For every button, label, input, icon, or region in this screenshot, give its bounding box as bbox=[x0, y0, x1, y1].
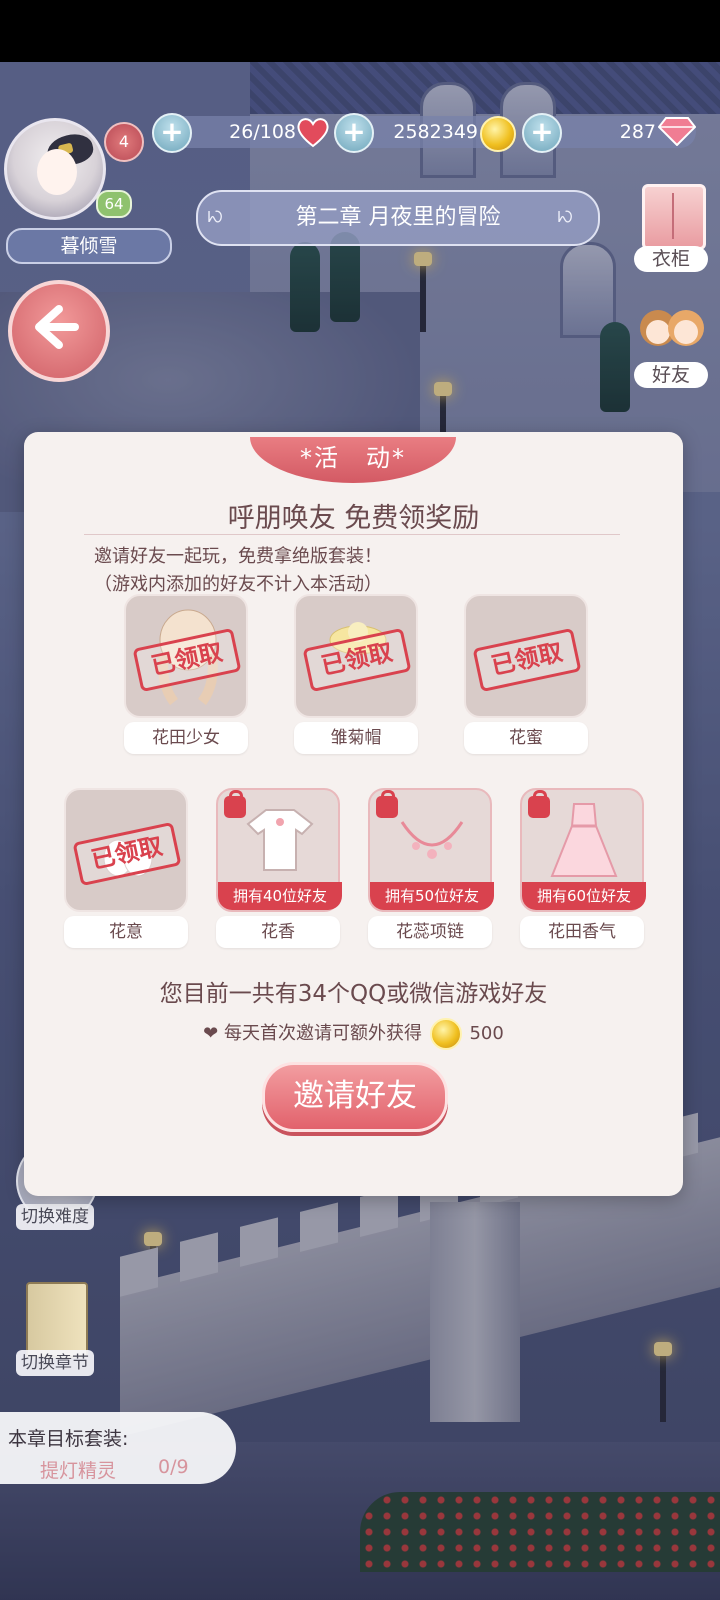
reward-card: 已领取 bbox=[464, 594, 588, 718]
chapter-book-icon[interactable] bbox=[26, 1282, 88, 1358]
goal-suit-name: 提灯精灵 bbox=[40, 1460, 117, 1482]
reward-item[interactable]: 已领取 花蜜 bbox=[464, 594, 588, 754]
chapter-title: 第二章 月夜里的冒险 bbox=[196, 190, 600, 246]
reward-card-locked: 拥有40位好友 bbox=[216, 788, 342, 912]
dress-item-icon bbox=[550, 803, 618, 877]
title-divider bbox=[84, 534, 620, 535]
friend-requirement: 拥有60位好友 bbox=[522, 882, 646, 910]
heart-icon bbox=[297, 118, 329, 148]
reward-name: 花蕊项链 bbox=[368, 916, 492, 948]
lock-icon bbox=[224, 790, 246, 818]
coin-icon bbox=[480, 116, 516, 152]
reward-item[interactable]: 已领取 花田少女 bbox=[124, 594, 248, 754]
bonus-amount: 500 bbox=[469, 1023, 504, 1044]
diamond-icon bbox=[658, 117, 696, 146]
reward-name: 花香 bbox=[216, 916, 340, 948]
claimed-stamp: 已领取 bbox=[472, 627, 582, 693]
event-title: 呼朋唤友 免费领奖励 bbox=[227, 503, 480, 534]
reward-item[interactable]: 已领取 雏菊帽 bbox=[294, 594, 418, 754]
friend-count-text: 您目前一共有34个QQ或微信游戏好友 bbox=[159, 981, 548, 1007]
add-stamina-button[interactable]: + bbox=[152, 113, 192, 153]
wardrobe-icon bbox=[642, 184, 706, 250]
player-name: 暮倾雪 bbox=[6, 228, 172, 264]
arrow-left-icon bbox=[35, 305, 79, 349]
reward-item[interactable]: 拥有40位好友 花香 bbox=[216, 788, 342, 948]
blouse-item-icon bbox=[246, 809, 314, 871]
stamina-value: 26/108 bbox=[229, 121, 296, 143]
necklace-item-icon bbox=[400, 821, 464, 859]
reward-item[interactable]: 拥有60位好友 花田香气 bbox=[520, 788, 646, 948]
claimed-stamp: 已领取 bbox=[302, 627, 412, 693]
reward-card: 已领取 bbox=[124, 594, 248, 718]
claimed-stamp: 已领取 bbox=[72, 821, 182, 887]
reward-card-locked: 拥有60位好友 bbox=[520, 788, 646, 912]
reward-item[interactable]: 已领取 花意 bbox=[64, 788, 188, 948]
reward-name: 雏菊帽 bbox=[294, 722, 418, 754]
goal-progress: 0/9 bbox=[158, 1456, 189, 1478]
reward-card-locked: 拥有50位好友 bbox=[368, 788, 494, 912]
heart-icon: ❤ bbox=[203, 1023, 219, 1044]
event-note: （游戏内添加的好友不计入本活动） bbox=[94, 574, 382, 595]
add-diamonds-button[interactable]: + bbox=[522, 113, 562, 153]
friend-requirement: 拥有50位好友 bbox=[370, 882, 494, 910]
level-badge: 64 bbox=[96, 190, 132, 218]
wardrobe-button[interactable]: 衣柜 bbox=[634, 184, 708, 276]
diamond-value: 287 bbox=[619, 121, 656, 143]
bonus-text: 每天首次邀请可额外获得 bbox=[224, 1023, 422, 1044]
wardrobe-label: 衣柜 bbox=[634, 246, 708, 272]
coin-icon bbox=[429, 1018, 462, 1050]
swirl-ornament-icon: ꩢ bbox=[556, 199, 574, 229]
daily-bonus-line: ❤ 每天首次邀请可额外获得 500 bbox=[24, 1018, 683, 1050]
friend-requirement: 拥有40位好友 bbox=[218, 882, 342, 910]
back-button[interactable] bbox=[8, 280, 110, 382]
switch-difficulty-label: 切换难度 bbox=[16, 1204, 94, 1230]
event-description: 邀请好友一起玩，免费拿绝版套装！ bbox=[94, 546, 382, 567]
swirl-ornament-icon: ꩢ bbox=[206, 199, 224, 229]
coin-value: 2582349 bbox=[393, 121, 478, 143]
goal-title: 本章目标套装: bbox=[8, 1428, 129, 1450]
friends-label: 好友 bbox=[634, 362, 708, 388]
mail-badge[interactable]: 4 bbox=[104, 122, 144, 162]
reward-item[interactable]: 拥有50位好友 花蕊项链 bbox=[368, 788, 494, 948]
add-coins-button[interactable]: + bbox=[334, 113, 374, 153]
reward-name: 花蜜 bbox=[464, 722, 588, 754]
reward-name: 花田少女 bbox=[124, 722, 248, 754]
invite-friends-button[interactable]: 邀请好友 bbox=[262, 1062, 448, 1132]
reward-name: 花意 bbox=[64, 916, 188, 948]
lock-icon bbox=[528, 790, 550, 818]
reward-card: 已领取 bbox=[64, 788, 188, 912]
switch-chapter-label: 切换章节 bbox=[16, 1350, 94, 1376]
avatar-face bbox=[37, 149, 77, 195]
reward-name: 花田香气 bbox=[520, 916, 644, 948]
player-avatar[interactable] bbox=[4, 118, 106, 220]
friends-button[interactable]: 好友 bbox=[634, 298, 708, 390]
reward-card: 已领取 bbox=[294, 594, 418, 718]
friends-icon bbox=[640, 310, 704, 346]
